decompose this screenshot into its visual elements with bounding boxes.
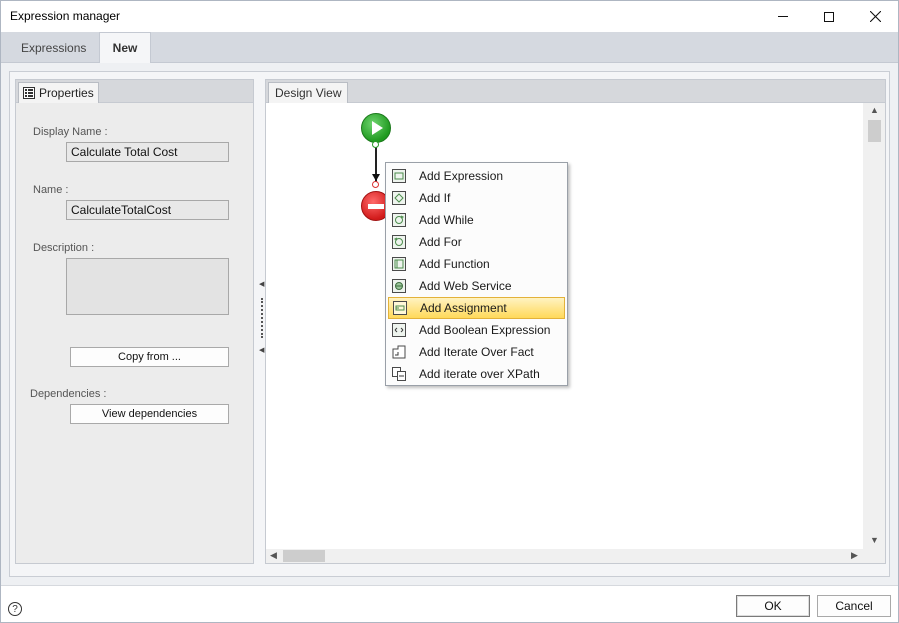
menu-item-add-function[interactable]: Add Function: [388, 253, 565, 275]
menu-item-label: Add Boolean Expression: [419, 323, 551, 337]
properties-panel: Properties Display Name : Calculate Tota…: [15, 79, 254, 564]
scroll-up-icon[interactable]: ▲: [870, 105, 879, 115]
menu-item-add-for[interactable]: Add For: [388, 231, 565, 253]
menu-item-add-boolean-expression[interactable]: Add Boolean Expression: [388, 319, 565, 341]
if-icon: [391, 190, 407, 206]
vertical-scrollbar[interactable]: ▲ ▼: [863, 103, 885, 549]
menu-item-label: Add Web Service: [419, 279, 512, 293]
tab-properties[interactable]: Properties: [18, 82, 99, 103]
title-bar: Expression manager: [1, 1, 898, 32]
minimize-button[interactable]: [760, 1, 806, 32]
menu-item-add-iterate-over-fact[interactable]: Add Iterate Over Fact: [388, 341, 565, 363]
play-icon: [372, 121, 383, 135]
menu-item-add-web-service[interactable]: Add Web Service: [388, 275, 565, 297]
menu-item-label: Add Iterate Over Fact: [419, 345, 534, 359]
menu-item-add-if[interactable]: Add If: [388, 187, 565, 209]
horizontal-scrollbar[interactable]: ◀ ▶: [266, 549, 863, 563]
collapse-left-icon: ◀: [259, 281, 265, 288]
name-field[interactable]: CalculateTotalCost: [66, 200, 229, 220]
while-icon: [391, 212, 407, 228]
menu-item-add-iterate-over-xpath[interactable]: Add iterate over XPath: [388, 363, 565, 385]
menu-item-label: Add While: [419, 213, 474, 227]
dependencies-label: Dependencies :: [30, 388, 107, 400]
menu-item-add-while[interactable]: Add While: [388, 209, 565, 231]
properties-icon: [23, 87, 35, 99]
arrow-down-icon: [372, 174, 380, 181]
assignment-icon: [392, 300, 408, 316]
design-tabbar: Design View: [266, 80, 885, 103]
expression-manager-window: Expression manager Expressions New Prope…: [0, 0, 899, 623]
for-icon: [391, 234, 407, 250]
web-service-icon: [391, 278, 407, 294]
menu-item-label: Add Assignment: [420, 301, 507, 315]
properties-tab-label: Properties: [39, 86, 94, 100]
maximize-icon: [824, 11, 834, 22]
expression-icon: [391, 168, 407, 184]
view-dependencies-button[interactable]: View dependencies: [70, 404, 229, 424]
menu-item-add-expression[interactable]: Add Expression: [388, 165, 565, 187]
ok-button[interactable]: OK: [736, 595, 810, 617]
close-icon: [869, 11, 881, 22]
menu-item-label: Add Expression: [419, 169, 504, 183]
connector-out-port[interactable]: [372, 141, 379, 148]
display-name-field[interactable]: Calculate Total Cost: [66, 142, 229, 162]
description-field[interactable]: [66, 258, 229, 315]
horizontal-scroll-thumb[interactable]: [283, 550, 325, 562]
scroll-down-icon[interactable]: ▼: [870, 535, 879, 545]
design-panel: Design View ▲ ▼ ◀ ▶: [265, 79, 886, 564]
boolean-expression-icon: [391, 322, 407, 338]
menu-item-label: Add For: [419, 235, 462, 249]
menu-item-label: Add iterate over XPath: [419, 367, 540, 381]
help-icon[interactable]: ?: [8, 602, 22, 616]
tab-new[interactable]: New: [99, 32, 151, 63]
iterate-xpath-icon: [391, 366, 407, 382]
start-node[interactable]: [361, 113, 391, 143]
properties-tabbar: Properties: [16, 80, 253, 103]
splitter-grip: [261, 298, 263, 338]
description-label: Description :: [33, 242, 95, 254]
menu-item-label: Add Function: [419, 257, 490, 271]
maximize-button[interactable]: [806, 1, 852, 32]
collapse-left-icon-2: ◀: [259, 347, 265, 354]
display-name-label: Display Name :: [33, 126, 108, 138]
scroll-left-icon[interactable]: ◀: [270, 550, 277, 561]
iterate-fact-icon: [391, 344, 407, 360]
copy-from-button[interactable]: Copy from ...: [70, 347, 229, 367]
main-tabstrip: Expressions New: [1, 32, 898, 63]
dialog-footer: ? OK Cancel: [1, 585, 898, 622]
add-step-context-menu: Add Expression Add If Add While Add For …: [385, 162, 568, 386]
stop-icon: [368, 203, 384, 209]
window-title: Expression manager: [10, 9, 121, 23]
scroll-right-icon[interactable]: ▶: [851, 550, 858, 561]
tab-expressions[interactable]: Expressions: [11, 32, 96, 63]
menu-item-add-assignment[interactable]: Add Assignment: [388, 297, 565, 319]
connector-in-port[interactable]: [372, 181, 379, 188]
menu-item-label: Add If: [419, 191, 451, 205]
name-label: Name :: [33, 184, 69, 196]
close-button[interactable]: [852, 1, 898, 32]
vertical-scroll-thumb[interactable]: [868, 120, 881, 142]
cancel-button[interactable]: Cancel: [817, 595, 891, 617]
tab-design-view[interactable]: Design View: [268, 82, 349, 103]
function-icon: [391, 256, 407, 272]
minimize-icon: [778, 16, 788, 17]
